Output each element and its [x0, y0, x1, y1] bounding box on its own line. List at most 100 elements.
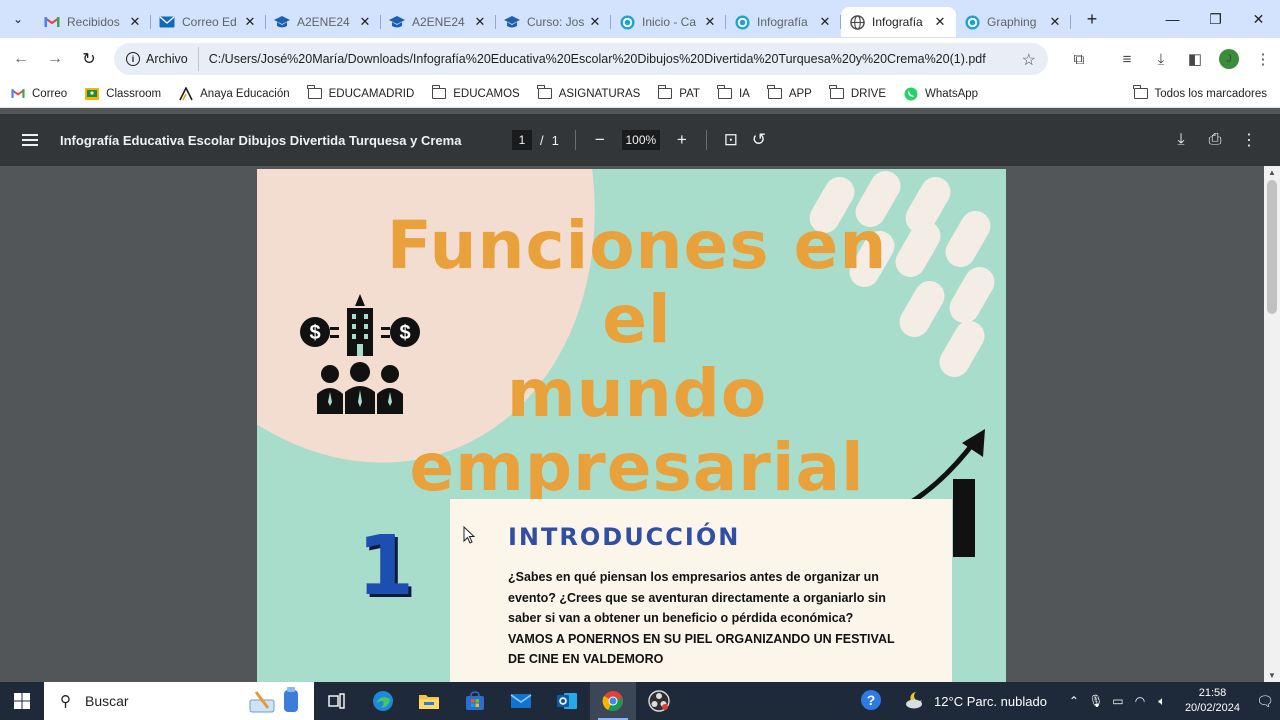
tab-a2ene24[interactable]: A2ENE24 ✕: [266, 7, 381, 37]
obs-icon[interactable]: [636, 682, 682, 720]
scroll-up-icon[interactable]: ▲: [1268, 168, 1276, 177]
forward-icon[interactable]: →: [38, 42, 72, 76]
zoom-in-icon[interactable]: +: [668, 130, 696, 150]
bookmark-folder-educamos[interactable]: EDUCAMOS: [423, 85, 528, 100]
notifications-icon[interactable]: 🗨︎: [1250, 693, 1280, 710]
help-icon[interactable]: ?: [860, 689, 882, 714]
tab-curso[interactable]: Curso: Jos ✕: [496, 7, 611, 37]
page-separator: /: [540, 132, 544, 148]
tab-graphing[interactable]: Graphing ✕: [956, 7, 1071, 37]
close-tab-icon[interactable]: ✕: [817, 14, 833, 30]
menu-icon[interactable]: [22, 134, 38, 146]
graduation-cap-icon: [389, 14, 405, 30]
decorative-pill: [944, 261, 1000, 329]
folder-icon: [537, 85, 552, 99]
windows-taskbar: ⚲ Buscar ? 12°C Parc. nublado ⌃ 🎙︎ ▭ ◠ 🔈…: [0, 682, 1280, 720]
close-tab-icon[interactable]: ✕: [1047, 14, 1063, 30]
clock[interactable]: 21:58 20/02/2024: [1185, 686, 1240, 716]
zoom-out-icon[interactable]: −: [586, 130, 614, 150]
minimize-icon[interactable]: —: [1151, 0, 1194, 38]
bookmark-anaya[interactable]: Anaya Educación: [170, 86, 299, 101]
url-text: C:/Users/José%20María/Downloads/Infograf…: [208, 52, 986, 66]
bookmark-label: IA: [738, 87, 750, 100]
windows-start-icon[interactable]: [0, 682, 44, 720]
mail-app-icon[interactable]: [498, 682, 544, 720]
scroll-thumb[interactable]: [1267, 180, 1277, 314]
battery-icon[interactable]: ▭: [1107, 694, 1129, 708]
close-tab-icon[interactable]: ✕: [702, 14, 718, 30]
close-tab-icon[interactable]: ✕: [357, 14, 373, 30]
bookmark-star-icon[interactable]: ☆: [1022, 50, 1036, 70]
tab-infografia-canva[interactable]: Infografía ✕: [726, 7, 841, 37]
outlook-icon[interactable]: [544, 682, 590, 720]
bookmark-whatsapp[interactable]: WhatsApp: [895, 87, 987, 101]
zoom-input[interactable]: 100%: [621, 130, 660, 150]
microsoft-store-icon[interactable]: [452, 682, 498, 720]
media-controls-icon[interactable]: ≡: [1110, 51, 1144, 68]
download-icon[interactable]: ⤓: [1144, 51, 1178, 68]
site-info-chip[interactable]: i Archivo: [118, 47, 199, 71]
tab-inicio-canva[interactable]: Inicio - Ca ✕: [611, 7, 726, 37]
back-icon[interactable]: ←: [4, 42, 38, 76]
edge-icon[interactable]: [360, 682, 406, 720]
chrome-icon[interactable]: [590, 682, 636, 720]
profile-avatar[interactable]: J: [1219, 49, 1239, 69]
task-view-icon[interactable]: [314, 682, 360, 720]
print-icon[interactable]: ⎙: [1198, 131, 1232, 149]
bookmark-folder-asignaturas[interactable]: ASIGNATURAS: [529, 85, 650, 100]
browser-menu-icon[interactable]: ⋮: [1246, 50, 1280, 68]
divider: [705, 130, 707, 150]
pdf-toolbar: Infografía Educativa Escolar Dibujos Div…: [0, 114, 1280, 166]
scroll-down-icon[interactable]: ▼: [1268, 671, 1276, 680]
new-tab-button[interactable]: +: [1077, 9, 1107, 30]
all-bookmarks[interactable]: Todos los marcadores: [1125, 85, 1277, 100]
pdf-download-icon[interactable]: ⤓: [1164, 131, 1198, 149]
bookmark-folder-educamadrid[interactable]: EDUCAMADRID: [299, 85, 424, 100]
tab-title: Infografía: [872, 15, 923, 29]
volume-icon[interactable]: 🔈︎: [1151, 694, 1173, 709]
tab-infografia-pdf[interactable]: Infografía ✕: [841, 7, 956, 37]
bookmark-folder-ia[interactable]: IA: [709, 85, 759, 100]
bookmark-folder-pat[interactable]: PAT: [649, 85, 709, 100]
show-hidden-icons[interactable]: ⌃: [1063, 694, 1085, 708]
svg-text:$: $: [309, 322, 320, 344]
reload-icon[interactable]: ↻: [72, 42, 106, 76]
bookmark-classroom[interactable]: Classroom: [76, 87, 170, 100]
close-tab-icon[interactable]: ✕: [587, 14, 603, 30]
bookmark-correo[interactable]: Correo: [0, 88, 76, 100]
close-tab-icon[interactable]: ✕: [472, 14, 488, 30]
close-tab-icon[interactable]: ✕: [932, 14, 948, 30]
tab-a2ene24-2[interactable]: A2ENE24 ✕: [381, 7, 496, 37]
globe-icon: [849, 14, 865, 30]
bookmark-label: PAT: [679, 87, 700, 100]
extensions-icon[interactable]: ⧉: [1062, 51, 1096, 68]
taskbar-search[interactable]: ⚲ Buscar: [44, 682, 314, 720]
pdf-title: Infografía Educativa Escolar Dibujos Div…: [60, 132, 462, 148]
fit-page-icon[interactable]: ⊡: [717, 130, 745, 150]
bookmark-folder-app[interactable]: APP: [759, 85, 821, 100]
more-options-icon[interactable]: ⋮: [1232, 130, 1266, 150]
mouse-pointer-icon: [463, 525, 476, 549]
total-pages: 1: [551, 132, 559, 148]
file-explorer-icon[interactable]: [406, 682, 452, 720]
pdf-viewport[interactable]: Funciones en el mundo empresarial $ $ 1 …: [0, 166, 1264, 682]
restore-icon[interactable]: ❐: [1194, 0, 1237, 38]
tab-recibidos[interactable]: Recibidos ✕: [36, 7, 151, 37]
bookmark-label: ASIGNATURAS: [558, 87, 641, 100]
close-tab-icon[interactable]: ✕: [127, 14, 143, 30]
page-number-input[interactable]: 1: [512, 130, 532, 150]
address-bar[interactable]: i Archivo C:/Users/José%20María/Download…: [114, 43, 1048, 75]
section-number: 1: [357, 519, 415, 614]
system-tray: ? 12°C Parc. nublado ⌃ 🎙︎ ▭ ◠ 🔈︎ 21:58 2…: [860, 682, 1280, 720]
tab-search-button[interactable]: ⌄: [0, 0, 36, 38]
vertical-scrollbar[interactable]: ▲ ▼: [1264, 166, 1280, 682]
microphone-icon[interactable]: 🎙︎: [1085, 694, 1107, 708]
close-tab-icon[interactable]: ✕: [242, 14, 258, 30]
tab-correo[interactable]: Correo Ed ✕: [151, 7, 266, 37]
close-window-icon[interactable]: ✕: [1237, 0, 1280, 38]
bookmark-folder-drive[interactable]: DRIVE: [821, 85, 895, 100]
rotate-icon[interactable]: ↺: [745, 130, 773, 150]
weather-widget[interactable]: 12°C Parc. nublado: [904, 690, 1047, 713]
wifi-icon[interactable]: ◠: [1129, 694, 1151, 708]
side-panel-icon[interactable]: ◧: [1178, 50, 1212, 68]
